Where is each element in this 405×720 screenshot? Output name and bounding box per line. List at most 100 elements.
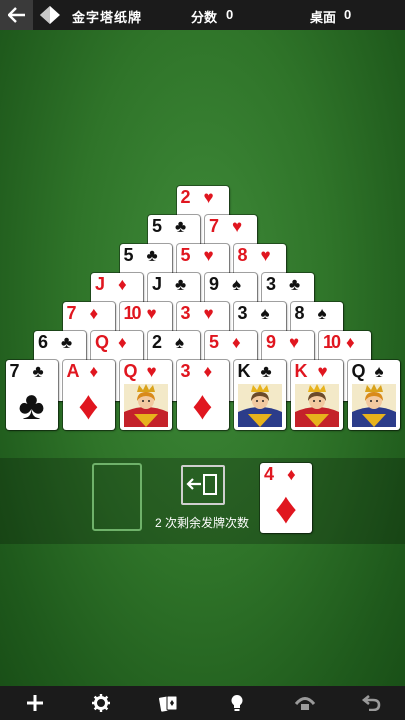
card-suit: ♣ — [146, 246, 158, 265]
card-suit: ♦ — [346, 333, 355, 352]
hint-button[interactable] — [212, 686, 262, 720]
card-rank: 7 — [9, 361, 20, 381]
card-suit: ♦ — [89, 362, 99, 381]
card-suit: ♠ — [232, 275, 242, 294]
card-rank: 8 — [237, 245, 248, 265]
card-rank: 4 — [264, 464, 275, 484]
card-rank: 5 — [209, 332, 220, 352]
card-suit: ♣ — [289, 275, 301, 294]
card-suit: ♠ — [175, 333, 185, 352]
recycle-deck-button[interactable] — [181, 465, 225, 505]
card-suit: ♦ — [203, 362, 213, 381]
card-rank: 7 — [209, 216, 220, 236]
card-center-pip: ♣ — [18, 384, 45, 428]
card-rank: 9 — [209, 274, 220, 294]
card-suit: ♥ — [203, 188, 214, 207]
card-rank: 5 — [180, 245, 191, 265]
card-rank: Q — [95, 332, 110, 352]
king-portrait-icon — [294, 384, 339, 427]
card-suit: ♥ — [203, 304, 214, 323]
top-bar: 金字塔纸牌 分数 0 桌面 0 — [0, 0, 405, 30]
cards-icon — [159, 695, 178, 712]
card-suit: ♣ — [175, 217, 187, 236]
hint-icon — [231, 695, 243, 711]
king-portrait-icon — [237, 384, 282, 427]
pyramid-card[interactable]: A ♦ ♦ — [62, 360, 115, 430]
card-rank: J — [152, 274, 163, 294]
card-suit: ♥ — [203, 246, 214, 265]
card-rank: Q — [123, 361, 138, 381]
pyramid-card[interactable]: Q ♥ — [119, 360, 172, 430]
card-suit: ♥ — [146, 304, 157, 323]
card-suit: ♣ — [61, 333, 73, 352]
undo-button[interactable] — [346, 686, 396, 720]
pyramid-card[interactable]: K ♣ — [233, 360, 286, 430]
card-rank: 7 — [66, 303, 77, 323]
bottom-toolbar — [0, 686, 405, 720]
pyramid-card[interactable]: 3 ♦ ♦ — [176, 360, 229, 430]
pyramid-card[interactable]: 7 ♣ ♣ — [5, 360, 58, 430]
card-rank: 10 — [123, 303, 142, 323]
card-center-pip: ♦ — [192, 384, 213, 428]
board-label: 桌面 — [310, 10, 337, 25]
card-suit: ♦ — [89, 304, 99, 323]
card-suit: ♠ — [317, 304, 327, 323]
score-label: 分数 — [191, 10, 218, 25]
settings-icon — [92, 694, 110, 712]
card-suit: ♥ — [232, 217, 243, 236]
deals-remaining-text: 2 次剩余发牌次数 — [155, 516, 250, 530]
card-suit: ♥ — [289, 333, 300, 352]
app-title: 金字塔纸牌 — [72, 10, 143, 25]
card-rank: 3 — [237, 303, 248, 323]
empty-stock-slot[interactable] — [92, 463, 142, 531]
card-rank: 9 — [266, 332, 277, 352]
back-button[interactable] — [0, 0, 33, 30]
waste-card[interactable]: 4 ♦ ♦ — [260, 463, 312, 533]
queen-portrait-icon — [123, 384, 168, 427]
card-suit: ♣ — [32, 362, 44, 381]
pyramid-card[interactable]: Q ♠ — [347, 360, 400, 430]
card-center-pip: ♦ — [274, 484, 298, 533]
score-value: 0 — [226, 7, 234, 22]
auto-play-button[interactable] — [280, 686, 330, 720]
card-center-pip: ♦ — [78, 384, 99, 428]
card-rank: 3 — [266, 274, 277, 294]
card-rank: Q — [351, 361, 366, 381]
card-suit: ♠ — [374, 362, 384, 381]
card-rank: J — [95, 274, 106, 294]
card-rank: 3 — [180, 361, 191, 381]
card-rank: 5 — [123, 245, 134, 265]
card-style-button[interactable] — [144, 686, 194, 720]
pyramid-card[interactable]: K ♥ — [290, 360, 343, 430]
card-rank: 2 — [152, 332, 163, 352]
card-suit: ♠ — [260, 304, 270, 323]
card-suit: ♦ — [232, 333, 241, 352]
card-suit: ♦ — [287, 465, 296, 484]
app-logo-icon — [40, 6, 60, 24]
new-game-button[interactable] — [10, 686, 60, 720]
recycle-deck-icon — [186, 474, 217, 495]
settings-button[interactable] — [76, 686, 126, 720]
card-rank: 6 — [38, 332, 49, 352]
back-arrow-icon — [7, 7, 25, 23]
board-value: 0 — [344, 7, 352, 22]
card-rank: K — [237, 361, 251, 381]
card-suit: ♥ — [146, 362, 157, 381]
card-rank: 8 — [294, 303, 305, 323]
card-suit: ♦ — [118, 275, 127, 294]
card-suit: ♥ — [317, 362, 328, 381]
card-suit: ♣ — [175, 275, 187, 294]
queen-portrait-icon — [351, 384, 396, 427]
card-suit: ♣ — [260, 362, 272, 381]
card-rank: K — [294, 361, 308, 381]
card-rank: 10 — [323, 332, 341, 352]
card-rank: 2 — [180, 187, 191, 207]
new-game-icon — [27, 695, 43, 711]
auto-play-icon — [294, 697, 316, 710]
card-rank: A — [66, 361, 80, 381]
card-suit: ♦ — [118, 333, 127, 352]
card-suit: ♥ — [260, 246, 271, 265]
card-rank: 5 — [152, 216, 163, 236]
card-rank: 3 — [180, 303, 191, 323]
undo-icon — [361, 695, 381, 711]
